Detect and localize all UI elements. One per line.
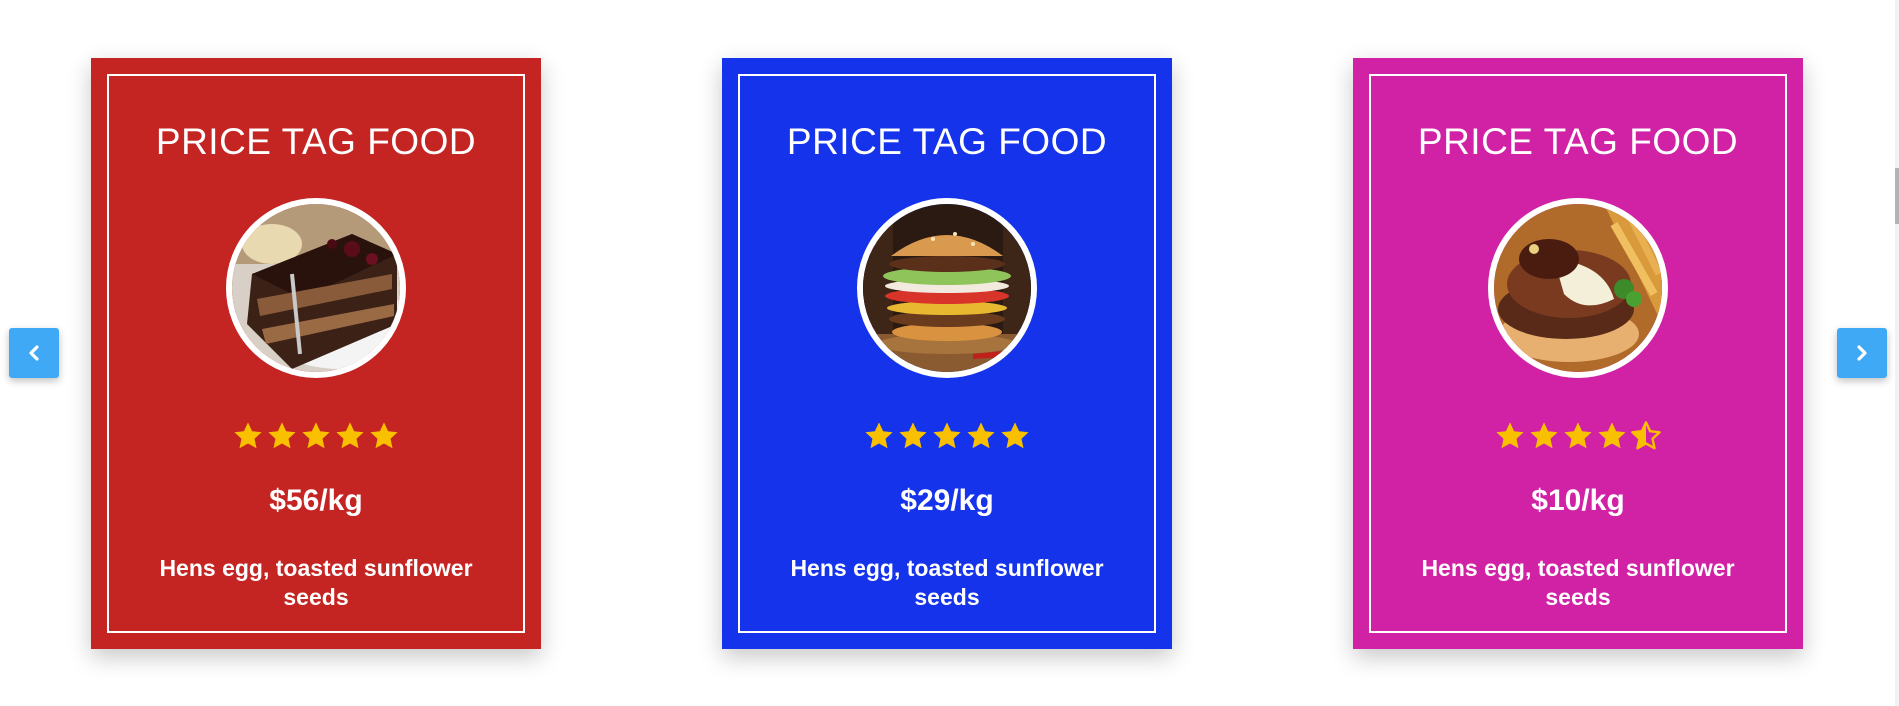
star-full-icon (1562, 420, 1594, 452)
star-full-icon (368, 420, 400, 452)
star-rating (1371, 420, 1785, 452)
scrollbar-thumb[interactable] (1895, 168, 1899, 224)
star-full-icon (999, 420, 1031, 452)
food-image (857, 198, 1037, 378)
food-image (1488, 198, 1668, 378)
star-rating (109, 420, 523, 452)
star-full-icon (965, 420, 997, 452)
star-full-icon (266, 420, 298, 452)
food-description: Hens egg, toasted sunflower seeds (1421, 555, 1735, 610)
price-card: PRICE TAG FOOD (1353, 58, 1803, 649)
carousel-section: PRICE TAG FOOD $56/kg Hens egg, toasted … (0, 0, 1899, 706)
carousel-next-button[interactable] (1837, 328, 1887, 378)
star-full-icon (300, 420, 332, 452)
price-label: $10/kg (1531, 484, 1625, 517)
star-full-icon (1596, 420, 1628, 452)
star-full-icon (1528, 420, 1560, 452)
star-full-icon (1494, 420, 1526, 452)
carousel-prev-button[interactable] (9, 328, 59, 378)
card-title: PRICE TAG FOOD (1417, 121, 1739, 162)
chevron-right-icon (1857, 345, 1867, 361)
cheeseburger-image (1494, 204, 1662, 372)
star-full-icon (863, 420, 895, 452)
food-description: Hens egg, toasted sunflower seeds (790, 555, 1104, 610)
star-full-icon (334, 420, 366, 452)
chocolate-cake-image (232, 204, 400, 372)
price-label: $56/kg (269, 484, 363, 517)
card-inner-border: PRICE TAG FOOD (107, 74, 525, 633)
page-scrollbar[interactable] (1895, 0, 1899, 706)
food-image (226, 198, 406, 378)
star-full-icon (931, 420, 963, 452)
star-rating (740, 420, 1154, 452)
star-full-icon (897, 420, 929, 452)
star-half-icon (1630, 420, 1662, 452)
burger-image (863, 204, 1031, 372)
price-label: $29/kg (900, 484, 994, 517)
food-description: Hens egg, toasted sunflower seeds (159, 555, 473, 610)
price-card: PRICE TAG FOOD (722, 58, 1172, 649)
card-title: PRICE TAG FOOD (155, 121, 477, 162)
card-inner-border: PRICE TAG FOOD (738, 74, 1156, 633)
price-card: PRICE TAG FOOD (91, 58, 541, 649)
chevron-left-icon (29, 345, 39, 361)
card-inner-border: PRICE TAG FOOD (1369, 74, 1787, 633)
card-title: PRICE TAG FOOD (786, 121, 1108, 162)
star-full-icon (232, 420, 264, 452)
